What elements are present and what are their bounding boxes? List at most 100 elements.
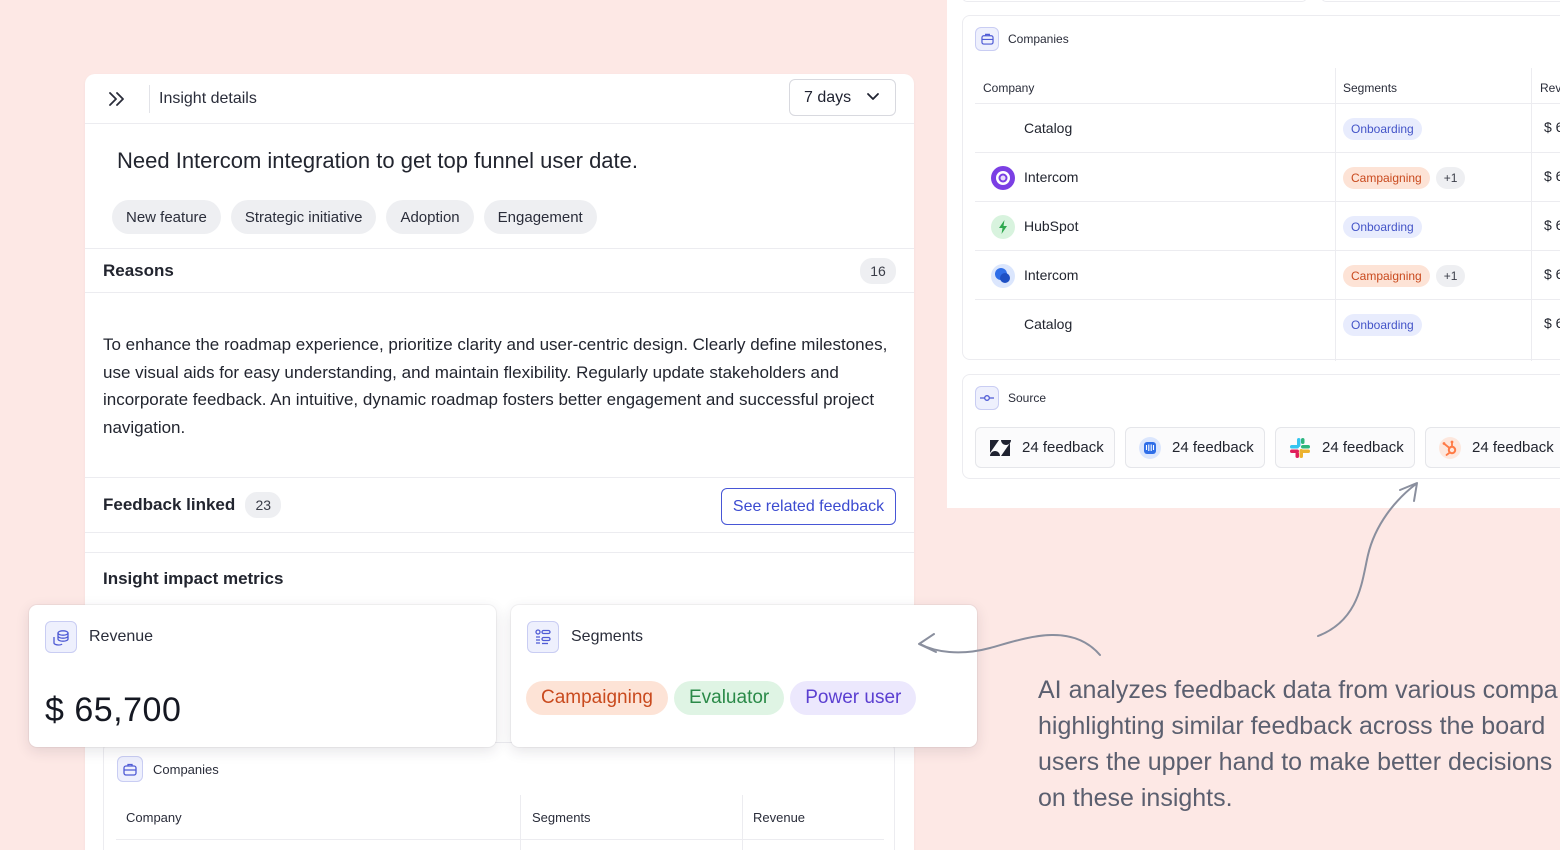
companies-table-header: Company Segments Revenue <box>104 795 894 839</box>
company-name: Intercom <box>1024 267 1079 283</box>
companies-label: Companies <box>1008 32 1069 46</box>
tag[interactable]: New feature <box>112 200 221 234</box>
column-header-revenue: Revenue <box>753 809 806 825</box>
source-item-zendesk[interactable]: 24 feedback <box>975 427 1115 468</box>
revenue-value: $ 65,700 <box>45 691 182 729</box>
segment-cell: Campaigning +1 <box>1343 265 1466 287</box>
source-commit-icon <box>975 386 999 410</box>
table-row[interactable]: HubSpot Onboarding $ 6 <box>975 202 1560 251</box>
companies-table-card: Companies Company Segments Rev Catalog O… <box>962 15 1560 361</box>
segment-pill: Onboarding <box>1343 314 1422 336</box>
panel-title: Insight details <box>159 89 257 107</box>
column-header-company: Company <box>126 809 182 825</box>
table-row[interactable]: Catalog Onboarding $ 6 <box>975 300 1560 349</box>
companies-header: Companies <box>104 743 894 795</box>
column-header-segments: Segments <box>1343 81 1398 95</box>
reasons-header[interactable]: Reasons 16 <box>85 248 914 293</box>
tag[interactable]: Strategic initiative <box>230 200 377 234</box>
source-item-slack[interactable]: 24 feedback <box>1275 427 1415 468</box>
marketing-caption: AI analyzes feedback data from various c… <box>1038 672 1560 816</box>
source-card: Source 24 feedback 24 feedback 24 feedba… <box>962 374 1560 479</box>
segment-cell: Onboarding <box>1343 314 1422 336</box>
revenue-cell: $ 6 <box>1544 315 1560 331</box>
companies-header: Companies <box>975 27 1069 51</box>
companies-label: Companies <box>153 761 219 777</box>
top-card-edge <box>1321 0 1560 2</box>
revenue-cell: $ 6 <box>1544 266 1560 282</box>
column-divider <box>742 795 743 850</box>
date-range-value: 7 days <box>804 88 852 106</box>
source-list: 24 feedback 24 feedback 24 feedback 24 f… <box>975 427 1560 468</box>
segment-pill-power-user[interactable]: Power user <box>790 681 917 715</box>
tag[interactable]: Adoption <box>386 200 474 234</box>
table-row[interactable]: Intercom Campaigning +1 $ 6 <box>975 251 1560 300</box>
slack-icon <box>1287 435 1313 461</box>
revenue-card-header: Revenue <box>45 621 153 653</box>
company-name: Catalog <box>1024 316 1073 332</box>
intercom-bubble-logo-icon <box>991 264 1015 288</box>
expand-icon[interactable] <box>85 74 149 124</box>
tag[interactable]: Engagement <box>483 200 597 234</box>
tag-list: New feature Strategic initiative Adoptio… <box>112 200 914 234</box>
segment-pill-campaigning[interactable]: Campaigning <box>526 681 668 715</box>
feedback-linked-header: Feedback linked 23 See related feedback <box>85 477 914 533</box>
companies-table-section: Companies Company Segments Revenue <box>103 742 895 850</box>
segment-cell: Campaigning +1 <box>1343 167 1466 189</box>
company-name: Intercom <box>1024 169 1079 185</box>
segment-pill: Onboarding <box>1343 118 1422 140</box>
impact-metrics-header: Insight impact metrics <box>85 552 914 604</box>
intercom-logo-icon <box>991 166 1015 190</box>
panel-header: Insight details 7 days <box>85 74 914 124</box>
caption-line: users the upper hand to make better deci… <box>1038 748 1553 776</box>
feedback-count-badge: 23 <box>245 492 282 518</box>
impact-metrics-title: Insight impact metrics <box>103 568 284 588</box>
briefcase-icon <box>117 756 143 782</box>
caption-line: AI analyzes feedback data from various c… <box>1038 676 1558 704</box>
table-header: Company Segments Rev <box>975 74 1560 104</box>
revenue-card: Revenue $ 65,700 <box>29 605 496 747</box>
briefcase-icon <box>975 27 999 51</box>
right-preview-panel: Companies Company Segments Rev Catalog O… <box>947 0 1560 508</box>
caption-line: on these insights. <box>1038 784 1233 812</box>
reasons-count-badge: 16 <box>860 257 896 284</box>
company-name: Catalog <box>1024 120 1073 136</box>
source-feedback-count: 24 feedback <box>1322 439 1404 456</box>
table-row[interactable]: Intercom Campaigning +1 $ 6 <box>975 153 1560 202</box>
table-row[interactable]: Catalog Onboarding $ 6 <box>975 104 1560 153</box>
hubspot-icon <box>1437 435 1463 461</box>
see-related-feedback-button[interactable]: See related feedback <box>721 488 896 525</box>
zendesk-icon <box>987 435 1013 461</box>
segment-cell: Onboarding <box>1343 216 1422 238</box>
source-label: Source <box>1008 391 1047 405</box>
source-item-hubspot[interactable]: 24 feedback <box>1425 427 1560 468</box>
source-feedback-count: 24 feedback <box>1472 439 1554 456</box>
caption-line: highlighting similar feedback across the… <box>1038 712 1546 740</box>
segment-pill-evaluator[interactable]: Evaluator <box>673 681 785 715</box>
revenue-cell: $ 6 <box>1544 168 1560 184</box>
companies-table: Company Segments Rev Catalog Onboarding … <box>975 74 1560 349</box>
company-name: HubSpot <box>1024 218 1079 234</box>
revenue-label: Revenue <box>89 628 154 645</box>
insight-title: Need Intercom integration to get top fun… <box>117 148 638 173</box>
reasons-text: To enhance the roadmap experience, prior… <box>103 335 888 437</box>
more-segments-badge: +1 <box>1435 265 1466 287</box>
source-feedback-count: 24 feedback <box>1022 439 1104 456</box>
chevron-down-icon <box>865 88 881 109</box>
feedback-linked-title: Feedback linked <box>103 495 236 514</box>
top-card-edge <box>962 0 1307 2</box>
column-divider <box>520 795 521 850</box>
revenue-cell: $ 6 <box>1544 217 1560 233</box>
segment-pill-list: Campaigning Evaluator Power user <box>526 681 917 715</box>
coins-icon <box>45 621 77 653</box>
segment-pill: Onboarding <box>1343 216 1422 238</box>
source-item-intercom[interactable]: 24 feedback <box>1125 427 1265 468</box>
header-divider <box>149 84 150 113</box>
more-segments-badge: +1 <box>1435 167 1466 189</box>
segments-list-icon <box>527 621 559 653</box>
source-header: Source <box>975 386 1046 410</box>
reasons-title: Reasons <box>103 260 174 280</box>
column-header-segments: Segments <box>532 809 591 825</box>
source-feedback-count: 24 feedback <box>1172 439 1254 456</box>
date-range-select[interactable]: 7 days <box>789 79 896 116</box>
intercom-icon <box>1137 435 1163 461</box>
